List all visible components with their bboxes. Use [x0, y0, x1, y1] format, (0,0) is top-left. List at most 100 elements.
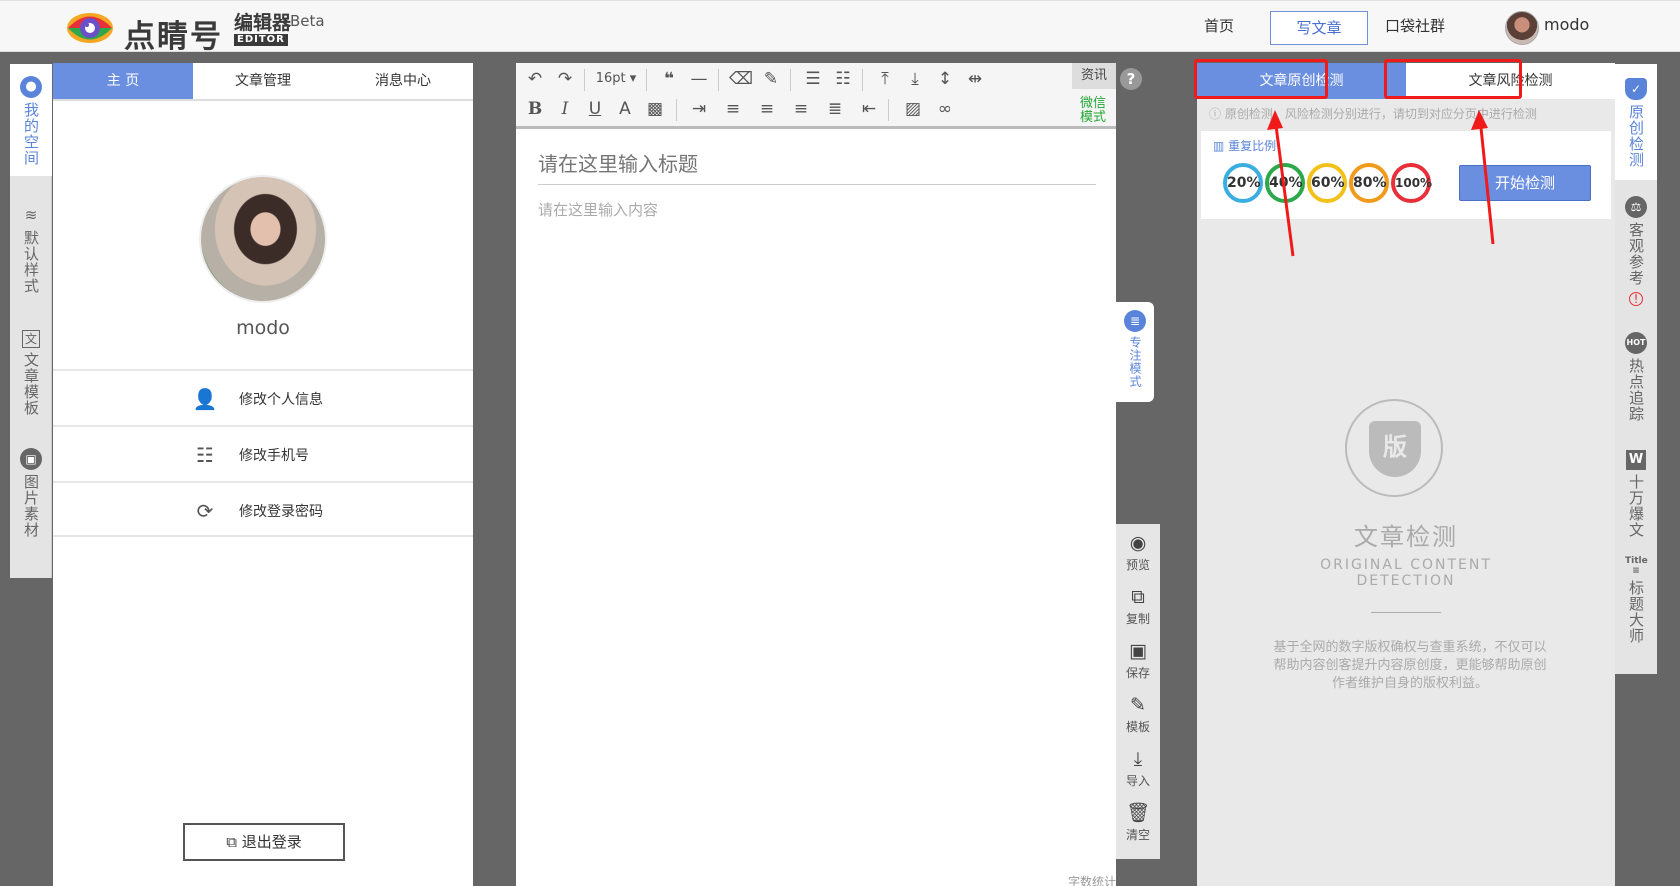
image-insert-icon[interactable]: ▨ [900, 97, 926, 121]
focus-mode-label: 专注模式 [1128, 336, 1142, 388]
eraser-icon[interactable]: ⌫ [728, 67, 754, 91]
rail-original-detection[interactable]: ✓ 原创检测 [1615, 64, 1657, 180]
detection-title: 文章检测 [1354, 523, 1458, 551]
copy-button[interactable]: ⧉ 复制 [1116, 584, 1160, 627]
left-rail: ● 我的空间 ≋ 默认样式 文 文章模板 ▣ 图片素材 [10, 64, 52, 578]
toolbar-separator [584, 69, 585, 91]
top-header: 点睛号 编辑器 EDITOR Beta 首页 写文章 口袋社群 modo [0, 0, 1680, 55]
quote-icon[interactable]: ❝ [656, 67, 682, 91]
link-icon[interactable]: ∞ [932, 97, 958, 121]
action-label: 模板 [1125, 720, 1150, 734]
rail-my-space[interactable]: ● 我的空间 [10, 64, 52, 176]
menu-edit-profile[interactable]: 👤 修改个人信息 [53, 369, 473, 425]
line-height-icon[interactable]: ↕ [932, 67, 958, 91]
profile-edit-icon: 👤 [192, 387, 218, 411]
align-center-icon[interactable]: ≡ [754, 97, 780, 121]
redo-icon[interactable]: ↷ [552, 67, 578, 91]
underline-icon[interactable]: U [582, 97, 608, 121]
space-before-icon[interactable]: ⤒ [872, 67, 898, 91]
template-edit-icon: ✎ [1130, 694, 1146, 716]
font-size-select[interactable]: 16pt ▾ [592, 67, 640, 91]
font-size-value: 16pt [595, 71, 626, 86]
nav-write-article[interactable]: 写文章 [1270, 11, 1368, 45]
header-username[interactable]: modo [1544, 15, 1589, 34]
font-color-icon[interactable]: A [612, 97, 638, 121]
profile-username: modo [236, 317, 290, 339]
logo[interactable]: 点睛号 编辑器 EDITOR Beta [66, 9, 366, 55]
menu-label: 修改个人信息 [239, 392, 323, 408]
template-icon: 文 [22, 330, 40, 348]
numbered-list-icon[interactable]: ☷ [830, 67, 856, 91]
content-editor[interactable]: 请在这里输入内容 [538, 199, 658, 220]
bar-chart-icon: ▥ [1213, 139, 1229, 153]
align-left-icon[interactable]: ≡ [720, 97, 746, 121]
tab-message-center[interactable]: 消息中心 [333, 63, 473, 99]
rail-title-master[interactable]: Title ≡ 标题大师 [1615, 556, 1657, 666]
detection-description: 基于全网的数字版权确权与查重系统，不仅可以帮助内容创客提升内容原创度，更能够帮助… [1273, 640, 1547, 691]
preview-button[interactable]: ◉ 预览 [1116, 530, 1160, 573]
annotation-box-risk [1384, 59, 1522, 99]
rail-label: 原创检测 [1627, 104, 1645, 168]
hot-icon: HOT [1625, 332, 1647, 354]
logout-button[interactable]: ⧉ 退出登录 [183, 823, 345, 861]
right-rail: ✓ 原创检测 ⚖ 客观参考 ! HOT 热点追踪 W 十万爆文 Title ≡ 标… [1615, 64, 1657, 674]
clear-button[interactable]: 🗑 清空 [1116, 800, 1160, 843]
toolbar-separator [862, 69, 863, 91]
background-color-icon[interactable]: ▩ [642, 97, 668, 121]
rail-label: 我的空间 [22, 102, 40, 166]
align-right-icon[interactable]: ≡ [788, 97, 814, 121]
rail-viral-articles[interactable]: W 十万爆文 [1615, 450, 1657, 560]
menu-edit-password[interactable]: ⟳ 修改登录密码 [53, 481, 473, 537]
rail-label: 十万爆文 [1627, 474, 1645, 538]
external-link-icon: ⧉ [226, 833, 242, 851]
rail-label: 热点追踪 [1627, 358, 1645, 422]
alert-icon: ! [1629, 292, 1643, 306]
menu-edit-phone[interactable]: ☷ 修改手机号 [53, 425, 473, 481]
rail-label: 图片素材 [22, 474, 40, 538]
format-brush-icon[interactable]: ✎ [758, 67, 784, 91]
rail-default-style[interactable]: ≋ 默认样式 [10, 204, 52, 304]
scale-icon: ⚖ [1625, 196, 1647, 218]
tab-home[interactable]: 主 页 [53, 63, 193, 99]
undo-icon[interactable]: ↶ [522, 67, 548, 91]
letter-spacing-icon[interactable]: ⇹ [962, 67, 988, 91]
editor-area: ↶ ↷ 16pt ▾ ❝ — ⌫ ✎ ☰ ☷ ⤒ ⤓ ↕ ⇹ 资讯 B I U … [516, 63, 1116, 886]
toolbar-separator [790, 69, 791, 91]
eye-logo-icon [67, 13, 113, 43]
profile-avatar[interactable] [199, 175, 327, 303]
info-icon: ⓘ [1209, 107, 1225, 121]
outdent-icon[interactable]: ⇤ [856, 97, 882, 121]
rail-label: 标题大师 [1627, 580, 1645, 644]
rail-objective-reference[interactable]: ⚖ 客观参考 ! [1615, 196, 1657, 306]
toolbar-separator [888, 99, 889, 121]
logo-name: 点睛号 [124, 19, 223, 55]
logo-beta: Beta [290, 12, 325, 30]
import-button[interactable]: ⤓ 导入 [1116, 746, 1160, 789]
indent-icon[interactable]: ⇥ [686, 97, 712, 121]
horizontal-rule-icon[interactable]: — [686, 67, 712, 91]
action-bar: ◉ 预览 ⧉ 复制 ▣ 保存 ✎ 模板 ⤓ 导入 🗑 清空 [1116, 524, 1160, 859]
bold-icon[interactable]: B [522, 97, 548, 121]
title-input[interactable] [538, 143, 1096, 185]
rail-hot-tracking[interactable]: HOT 热点追踪 [1615, 332, 1657, 442]
tab-article-management[interactable]: 文章管理 [193, 63, 333, 99]
rail-image-material[interactable]: ▣ 图片素材 [10, 448, 52, 558]
italic-icon[interactable]: I [552, 97, 578, 121]
save-button[interactable]: ▣ 保存 [1116, 638, 1160, 681]
logout-label: 退出登录 [241, 833, 302, 851]
template-button[interactable]: ✎ 模板 [1116, 692, 1160, 735]
nav-community[interactable]: 口袋社群 [1385, 15, 1445, 36]
focus-mode-button[interactable]: ≣ 专注模式 [1116, 302, 1154, 402]
align-justify-icon[interactable]: ≣ [822, 97, 848, 121]
wechat-mode-toggle[interactable]: 微信模式 [1078, 97, 1108, 125]
avatar[interactable] [1505, 11, 1539, 45]
bullet-list-icon[interactable]: ☰ [800, 67, 826, 91]
word-count: 字数统计 [1068, 875, 1117, 886]
editor-toolbar: ↶ ↷ 16pt ▾ ❝ — ⌫ ✎ ☰ ☷ ⤒ ⤓ ↕ ⇹ 资讯 B I U … [516, 63, 1116, 129]
help-icon[interactable]: ? [1120, 68, 1142, 90]
copyright-shield-icon: 版 [1345, 399, 1443, 497]
space-after-icon[interactable]: ⤓ [902, 67, 928, 91]
news-tab[interactable]: 资讯 [1072, 63, 1116, 89]
rail-article-template[interactable]: 文 文章模板 [10, 330, 52, 430]
nav-home[interactable]: 首页 [1204, 15, 1234, 36]
